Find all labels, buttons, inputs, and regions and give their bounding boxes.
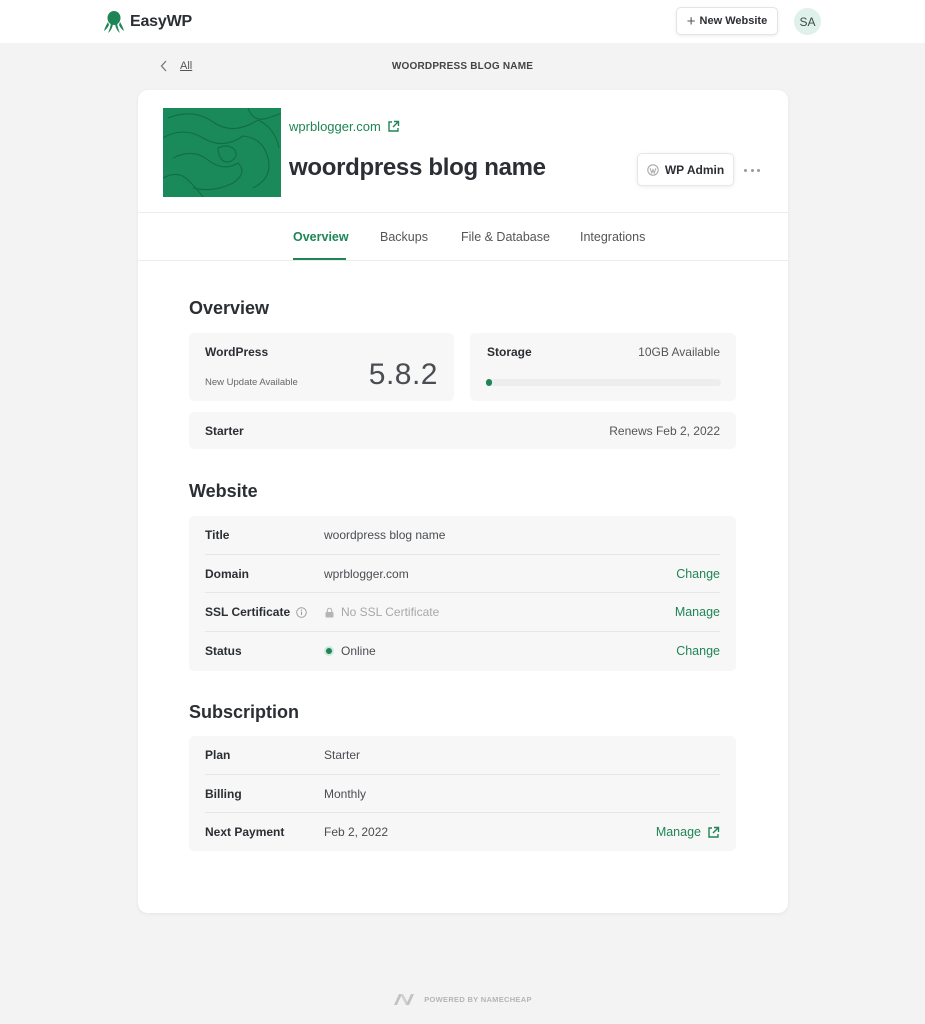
wordpress-icon — [647, 163, 659, 176]
row-value: Feb 2, 2022 — [324, 825, 389, 839]
subscription-row-plan: Plan Starter — [205, 736, 720, 775]
site-status: Online — [341, 644, 376, 658]
storage-progress-bar — [486, 379, 721, 386]
divider — [138, 260, 788, 261]
website-panel: Title woordpress blog name Domain wprblo… — [189, 516, 736, 671]
divider — [138, 212, 788, 213]
row-key: SSL Certificate — [205, 605, 307, 619]
row-value: Starter — [324, 748, 361, 762]
website-row-title: Title woordpress blog name — [205, 516, 720, 555]
row-value: wprblogger.com — [324, 567, 409, 581]
site-thumbnail — [163, 108, 281, 197]
tab-backups[interactable]: Backups — [380, 230, 428, 244]
subscription-row-billing: Billing Monthly — [205, 775, 720, 814]
tab-file-database[interactable]: File & Database — [461, 230, 550, 244]
plus-icon: + — [686, 12, 696, 30]
plan-renewal: Renews Feb 2, 2022 — [609, 424, 720, 438]
row-key: Title — [205, 528, 230, 542]
site-domain-link[interactable]: wprblogger.com — [289, 119, 400, 134]
topography-pattern — [163, 108, 281, 197]
overview-heading: Overview — [189, 298, 270, 318]
wordpress-label: WordPress — [205, 345, 269, 359]
storage-panel: Storage 10GB Available — [470, 333, 736, 401]
storage-progress-fill — [486, 379, 492, 386]
ssl-label: SSL Certificate — [205, 605, 291, 619]
footer-text: POWERED BY NAMECHEAP — [424, 995, 532, 1004]
site-name: woordpress blog name — [289, 154, 546, 181]
manage-ssl-button[interactable]: Manage — [675, 605, 720, 619]
subscription-panel: Plan Starter Billing Monthly Next Paymen… — [189, 736, 736, 851]
row-value: woordpress blog name — [324, 528, 446, 542]
more-options-icon[interactable] — [744, 163, 760, 177]
row-key: Next Payment — [205, 825, 285, 839]
row-key: Plan — [205, 748, 231, 762]
subscription-row-next-payment: Next Payment Feb 2, 2022 Manage — [205, 813, 720, 852]
app-name: EasyWP — [130, 13, 192, 30]
info-icon[interactable] — [296, 606, 307, 618]
row-value: Online — [324, 644, 376, 658]
avatar[interactable]: SA — [794, 8, 821, 35]
site-card: wprblogger.com woordpress blog name WP A… — [138, 90, 788, 913]
wordpress-panel: WordPress New Update Available 5.8.2 — [189, 333, 454, 401]
row-key: Status — [205, 644, 242, 658]
new-website-label: New Website — [699, 15, 768, 27]
ssl-status: No SSL Certificate — [341, 605, 440, 619]
tab-integrations[interactable]: Integrations — [580, 230, 645, 244]
new-website-button[interactable]: + New Website — [676, 7, 778, 35]
manage-subscription-button[interactable]: Manage — [656, 825, 720, 839]
row-key: Domain — [205, 567, 250, 581]
website-row-domain: Domain wprblogger.com Change — [205, 555, 720, 594]
online-status-dot — [324, 646, 334, 656]
tab-overview[interactable]: Overview — [293, 230, 349, 244]
page-title: WOORDPRESS BLOG NAME — [391, 61, 534, 72]
update-available-note[interactable]: New Update Available — [205, 377, 298, 388]
website-heading: Website — [189, 481, 258, 501]
row-value: No SSL Certificate — [324, 605, 439, 619]
footer: POWERED BY NAMECHEAP — [0, 993, 925, 1006]
change-status-button[interactable]: Change — [676, 644, 720, 658]
external-link-icon — [388, 120, 399, 132]
namecheap-logo-icon — [394, 994, 415, 1005]
wordpress-version: 5.8.2 — [368, 358, 438, 391]
plan-name: Starter — [205, 424, 244, 438]
plan-panel: Starter Renews Feb 2, 2022 — [189, 412, 736, 449]
storage-available: 10GB Available — [638, 345, 720, 359]
external-link-icon — [708, 826, 720, 838]
site-domain: wprblogger.com — [289, 119, 381, 134]
change-domain-button[interactable]: Change — [676, 567, 720, 581]
website-row-ssl: SSL Certificate No SSL Certificate Manag… — [205, 593, 720, 632]
wp-admin-label: WP Admin — [664, 162, 725, 177]
wp-admin-button[interactable]: WP Admin — [637, 153, 734, 186]
octopus-icon — [104, 11, 124, 33]
row-value: Monthly — [324, 787, 367, 801]
manage-subscription-label: Manage — [655, 825, 701, 839]
row-key: Billing — [205, 787, 242, 801]
subscription-heading: Subscription — [189, 702, 300, 722]
storage-label: Storage — [487, 345, 532, 359]
app-logo[interactable]: EasyWP — [103, 10, 192, 34]
lock-icon — [325, 607, 334, 617]
website-row-status: Status Online Change — [205, 632, 720, 671]
top-bar: EasyWP + New Website SA — [0, 0, 925, 43]
